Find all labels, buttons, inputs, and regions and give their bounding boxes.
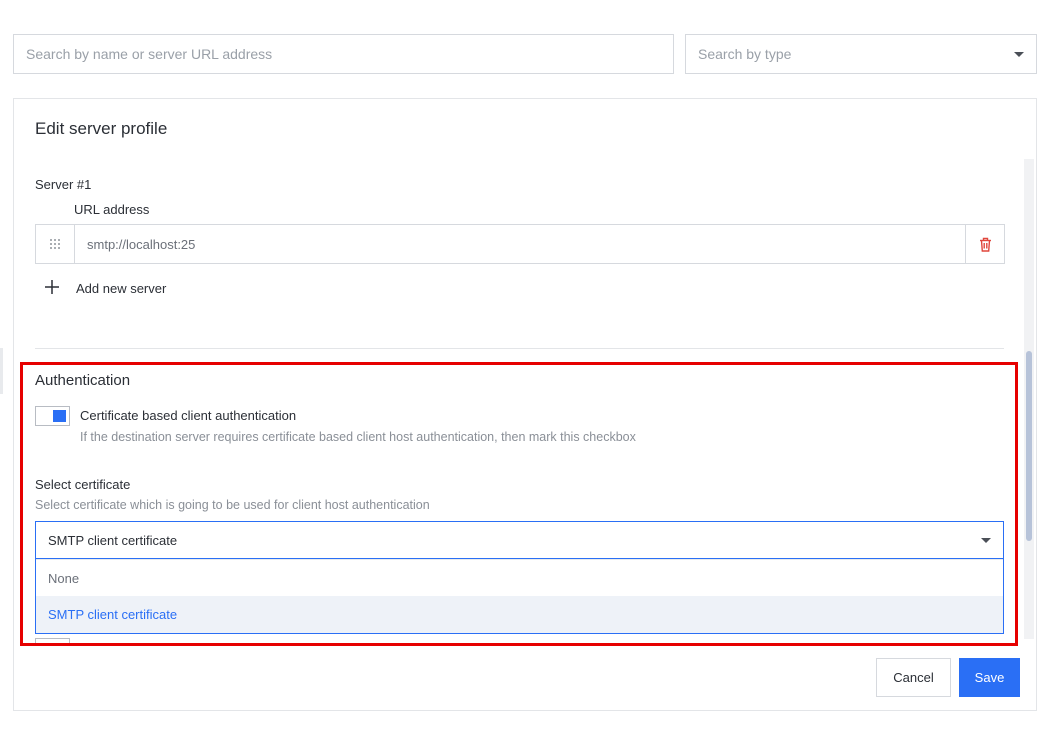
- url-address-field[interactable]: smtp://localhost:25: [75, 225, 965, 263]
- certificate-selected-value: SMTP client certificate: [48, 532, 178, 548]
- certificate-select[interactable]: SMTP client certificate: [35, 521, 1004, 559]
- side-edge-marker: [0, 348, 3, 394]
- certificate-auth-help: If the destination server requires certi…: [80, 430, 636, 444]
- obscured-toggle: [35, 638, 70, 644]
- url-address-row: smtp://localhost:25: [35, 224, 1005, 264]
- select-certificate-help: Select certificate which is going to be …: [35, 498, 430, 512]
- search-input[interactable]: [13, 34, 674, 74]
- authentication-heading: Authentication: [35, 372, 131, 389]
- trash-icon: [979, 237, 991, 252]
- type-filter-placeholder: Search by type: [698, 46, 792, 62]
- delete-server-button[interactable]: [965, 225, 1004, 263]
- server-heading: Server #1: [35, 177, 92, 192]
- option-none[interactable]: None: [36, 559, 1003, 596]
- chevron-down-icon: [1014, 51, 1024, 57]
- url-address-label: URL address: [74, 202, 150, 217]
- toggle-knob: [53, 410, 66, 422]
- type-filter-select[interactable]: Search by type: [685, 34, 1037, 74]
- chevron-down-icon: [981, 537, 991, 543]
- save-button[interactable]: Save: [959, 658, 1020, 697]
- plus-icon: [44, 279, 64, 298]
- drag-handle-icon[interactable]: [36, 225, 75, 263]
- certificate-dropdown-list: None SMTP client certificate: [35, 559, 1004, 634]
- cancel-button[interactable]: Cancel: [876, 658, 951, 697]
- certificate-auth-label: Certificate based client authentication: [80, 408, 297, 423]
- panel-title: Edit server profile: [35, 119, 168, 138]
- add-new-server-button[interactable]: Add new server: [44, 279, 166, 298]
- scrollbar-thumb[interactable]: [1026, 351, 1032, 541]
- option-smtp-client-certificate[interactable]: SMTP client certificate: [36, 596, 1003, 633]
- add-new-server-label: Add new server: [76, 281, 167, 296]
- select-certificate-label: Select certificate: [35, 477, 131, 492]
- section-divider: [35, 348, 1004, 349]
- edit-server-panel: Edit server profile Server #1 URL addres…: [13, 98, 1037, 711]
- certificate-auth-toggle[interactable]: [35, 406, 70, 426]
